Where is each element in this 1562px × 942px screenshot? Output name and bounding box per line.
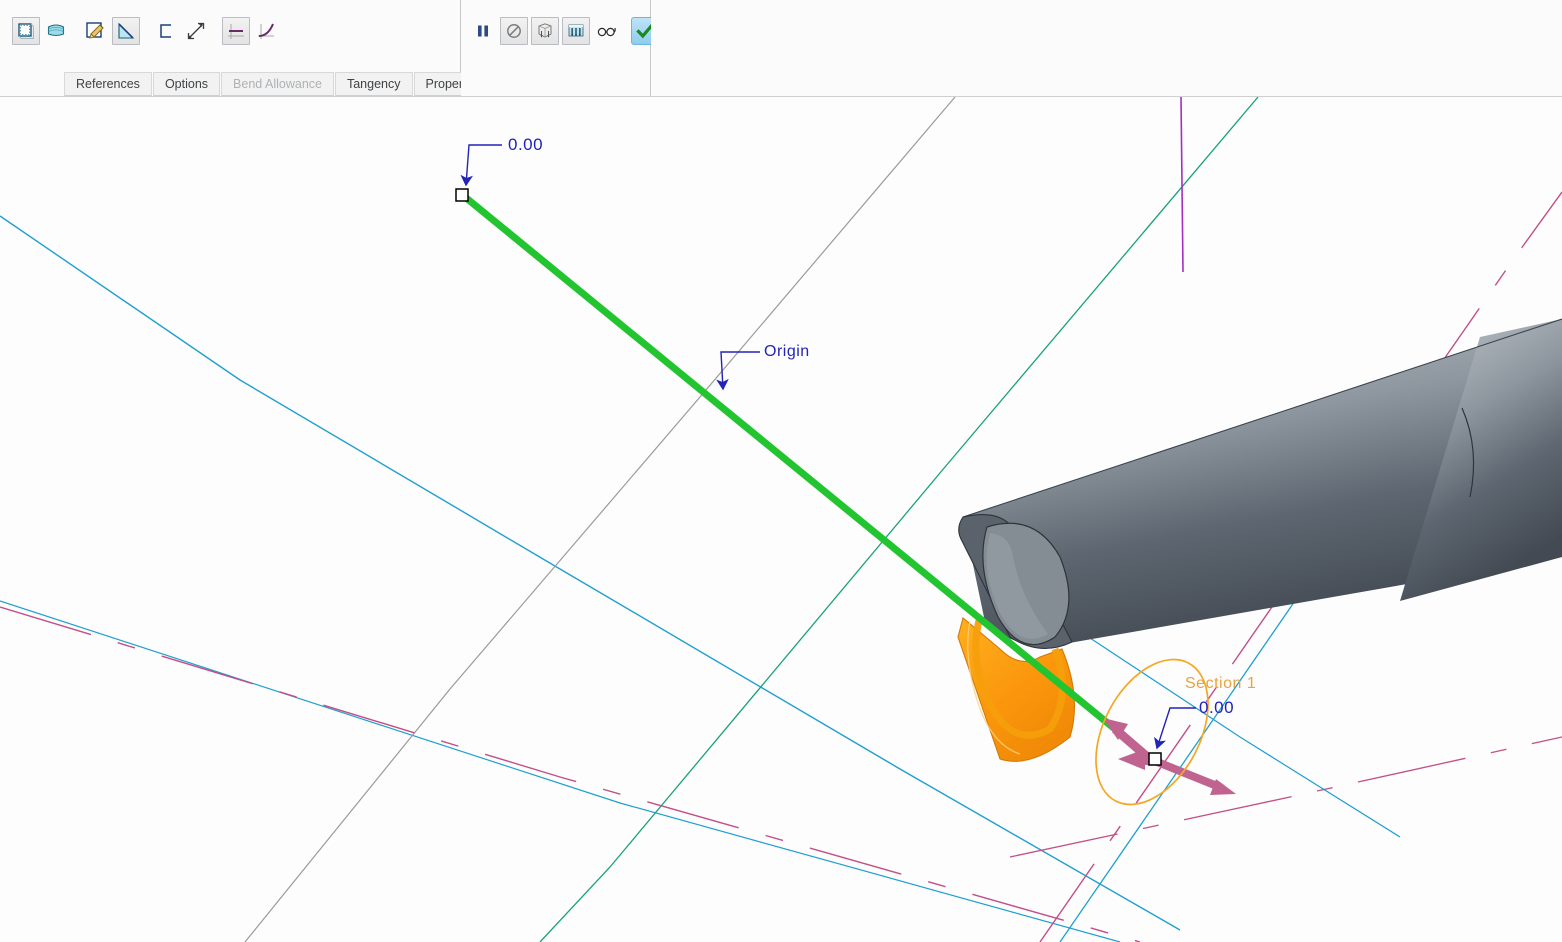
pause-icon[interactable] xyxy=(469,17,497,45)
selected-trajectory-curve[interactable] xyxy=(462,194,1146,755)
remove-material-icon[interactable] xyxy=(182,17,210,45)
resume-icon xyxy=(500,17,528,45)
thin-feature-icon[interactable] xyxy=(112,17,140,45)
datum-curve-cyan-lower[interactable] xyxy=(0,600,1121,942)
datum-plane-edge-gray[interactable] xyxy=(244,97,956,942)
origin-dimension-leader xyxy=(460,144,502,187)
surface-solid-toggle-icon[interactable] xyxy=(12,17,40,45)
section-drag-handle xyxy=(1148,752,1162,766)
dashboard-tool-row xyxy=(0,0,280,62)
feature-dashboard: References Options Bend Allowance Tangen… xyxy=(0,0,1562,97)
variable-section-icon[interactable] xyxy=(252,17,280,45)
tab-bend-allowance: Bend Allowance xyxy=(221,72,334,96)
preview-geometry-icon[interactable] xyxy=(531,17,559,45)
dashboard-tab-bar: References Options Bend Allowance Tangen… xyxy=(64,70,495,96)
dashboard-empty-panel xyxy=(651,0,1562,96)
surface-icon[interactable] xyxy=(42,17,70,45)
glasses-preview-icon[interactable] xyxy=(593,17,621,45)
model-scene xyxy=(0,97,1562,942)
constant-section-icon[interactable] xyxy=(222,17,250,45)
tab-tangency[interactable]: Tangency xyxy=(334,72,413,96)
section-dimension-leader xyxy=(1154,707,1196,750)
annotation-leaders xyxy=(460,144,1196,750)
tab-references[interactable]: References xyxy=(64,72,152,96)
dashboard-left-panel: References Options Bend Allowance Tangen… xyxy=(0,0,495,96)
application-window: References Options Bend Allowance Tangen… xyxy=(0,0,1562,942)
datum-axis-purple[interactable] xyxy=(1180,97,1184,273)
dashboard-control-panel xyxy=(461,0,684,96)
origin-reference-leader xyxy=(716,351,760,391)
reference-plane-dashed-lower[interactable] xyxy=(1009,736,1562,858)
preview-feature-icon[interactable] xyxy=(562,17,590,45)
tab-options[interactable]: Options xyxy=(152,72,221,96)
section-orientation-ellipse[interactable] xyxy=(1073,641,1231,824)
origin-drag-handle xyxy=(455,188,469,202)
open-section-icon[interactable] xyxy=(152,17,180,45)
graphics-window[interactable]: 0.00 Origin Section 1 0.00 xyxy=(0,97,1562,942)
sketch-edit-icon[interactable] xyxy=(82,17,110,45)
